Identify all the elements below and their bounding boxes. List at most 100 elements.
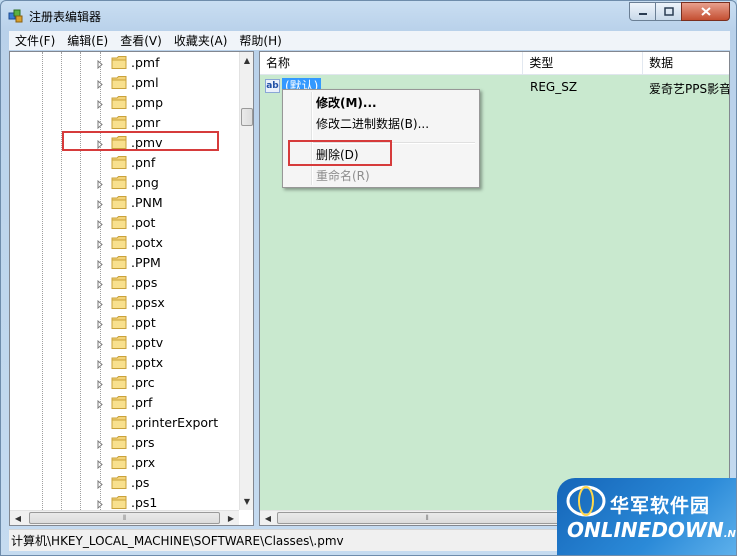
expand-arrow-icon[interactable] <box>96 498 104 510</box>
tree-item[interactable]: .png <box>10 173 239 193</box>
window-title: 注册表编辑器 <box>29 10 102 24</box>
folder-icon <box>111 435 128 450</box>
tree-item[interactable]: .PPM <box>10 253 239 273</box>
scroll-left-arrow-icon[interactable]: ◀ <box>260 511 276 525</box>
list-header: 名称 类型 数据 <box>260 52 729 75</box>
tree-item[interactable]: .pnf <box>10 153 239 173</box>
menu-edit[interactable]: 编辑(E) <box>61 31 114 50</box>
expand-arrow-icon[interactable] <box>96 218 104 230</box>
expand-arrow-icon[interactable] <box>96 58 104 70</box>
folder-icon <box>111 495 128 510</box>
value-data: 爱奇艺PPS影音 <box>649 82 730 96</box>
tree-item[interactable]: .PNM <box>10 193 239 213</box>
tree-item[interactable]: .pptx <box>10 353 239 373</box>
expand-arrow-icon[interactable] <box>96 298 104 310</box>
tree-item-label: .PPM <box>131 255 161 270</box>
title-bar[interactable]: 注册表编辑器 <box>1 1 736 31</box>
scroll-left-arrow-icon[interactable]: ◀ <box>10 511 26 525</box>
tree-item[interactable]: .pmf <box>10 53 239 73</box>
tree-item-label: .pml <box>131 75 159 90</box>
expand-arrow-icon[interactable] <box>96 358 104 370</box>
expand-arrow-icon[interactable] <box>96 378 104 390</box>
tree-item-label: .pnf <box>131 155 156 170</box>
status-path: 计算机\HKEY_LOCAL_MACHINE\SOFTWARE\Classes\… <box>11 534 344 548</box>
folder-icon <box>111 295 128 310</box>
registry-key-tree[interactable]: .pmf .pml .pmp .pmr .pmv .pnf .png .PNM .pot .pot… <box>9 51 254 526</box>
tree-item[interactable]: .prx <box>10 453 239 473</box>
tree-item[interactable]: .prf <box>10 393 239 413</box>
menu-item-rename: 重命名(R) <box>316 169 370 183</box>
menu-view[interactable]: 查看(V) <box>114 31 168 50</box>
tree-item-label: .prx <box>131 455 156 470</box>
menu-item-modify[interactable]: 修改(M)... <box>316 95 377 111</box>
close-button[interactable] <box>681 2 730 21</box>
tree-item[interactable]: .pps <box>10 273 239 293</box>
expand-arrow-icon[interactable] <box>96 278 104 290</box>
menu-favorites[interactable]: 收藏夹(A) <box>168 31 234 50</box>
minimize-button[interactable] <box>629 2 656 21</box>
expand-arrow-icon[interactable] <box>96 98 104 110</box>
expand-arrow-icon[interactable] <box>96 318 104 330</box>
expand-arrow-icon[interactable] <box>96 118 104 130</box>
tree-item[interactable]: .pmr <box>10 113 239 133</box>
delete-highlight-box <box>288 140 392 166</box>
folder-icon <box>111 275 128 290</box>
tree-scroll-thumb[interactable] <box>241 108 253 126</box>
expand-arrow-icon[interactable] <box>96 178 104 190</box>
expand-arrow-icon[interactable] <box>96 198 104 210</box>
expand-arrow-icon[interactable] <box>96 78 104 90</box>
column-header-data[interactable]: 数据 <box>643 52 729 74</box>
folder-icon <box>111 215 128 230</box>
menu-item-modify-binary[interactable]: 修改二进制数据(B)... <box>316 116 429 132</box>
column-header-type[interactable]: 类型 <box>523 52 644 74</box>
expand-arrow-icon[interactable] <box>96 438 104 450</box>
list-hscroll-thumb[interactable]: ⦀ <box>277 512 577 524</box>
tree-item[interactable]: .pml <box>10 73 239 93</box>
menu-help[interactable]: 帮助(H) <box>233 31 287 50</box>
expand-arrow-icon[interactable] <box>96 398 104 410</box>
maximize-button[interactable] <box>655 2 682 21</box>
tree-horizontal-scrollbar[interactable]: ◀ ⦀ ▶ <box>10 510 239 525</box>
tree-item[interactable]: .pptv <box>10 333 239 353</box>
registry-editor-window: 注册表编辑器 文件(F) 编辑(E) 查看(V) 收藏夹(A) 帮助(H) .p… <box>0 0 737 556</box>
tree-hscroll-thumb[interactable]: ⦀ <box>29 512 220 524</box>
tree-item[interactable]: .prs <box>10 433 239 453</box>
folder-icon <box>111 175 128 190</box>
expand-arrow-icon[interactable] <box>96 458 104 470</box>
tree-item[interactable]: .prc <box>10 373 239 393</box>
expand-arrow-icon[interactable] <box>96 238 104 250</box>
tree-item[interactable]: .ppsx <box>10 293 239 313</box>
tree-item-label: .prs <box>131 435 155 450</box>
globe-icon <box>566 485 606 517</box>
menu-file[interactable]: 文件(F) <box>9 31 61 50</box>
scroll-right-arrow-icon[interactable]: ▶ <box>223 511 239 525</box>
tree-vertical-scrollbar[interactable]: ▲ ▼ <box>239 52 253 510</box>
scroll-up-arrow-icon[interactable]: ▲ <box>240 52 253 68</box>
folder-icon <box>111 115 128 130</box>
tree-item-label: .pot <box>131 215 156 230</box>
folder-icon <box>111 95 128 110</box>
expand-arrow-icon[interactable] <box>96 478 104 490</box>
column-header-name[interactable]: 名称 <box>260 52 524 74</box>
tree-item[interactable]: .ps1 <box>10 493 239 510</box>
tree-item[interactable]: .ps <box>10 473 239 493</box>
expand-arrow-icon[interactable] <box>96 258 104 270</box>
menu-gutter <box>311 92 313 185</box>
tree-item-label: .ppt <box>131 315 156 330</box>
folder-icon <box>111 335 128 350</box>
tree-item[interactable]: .potx <box>10 233 239 253</box>
tree-item[interactable]: .printerExport <box>10 413 239 433</box>
tree-item-label: .pptv <box>131 335 164 350</box>
tree-item[interactable]: .pot <box>10 213 239 233</box>
folder-icon <box>111 475 128 490</box>
site-watermark-logo: 华军软件园 ONLINEDOWN.NET <box>557 478 736 555</box>
expand-arrow-icon[interactable] <box>96 338 104 350</box>
scroll-down-arrow-icon[interactable]: ▼ <box>240 493 253 509</box>
folder-icon <box>111 235 128 250</box>
tree-item-label: .prc <box>131 375 155 390</box>
tree-item[interactable]: .ppt <box>10 313 239 333</box>
tree-item[interactable]: .pmp <box>10 93 239 113</box>
context-menu: 修改(M)... 修改二进制数据(B)... 删除(D) 重命名(R) <box>282 89 480 188</box>
registry-editor-app-icon <box>8 8 24 24</box>
folder-icon <box>111 315 128 330</box>
